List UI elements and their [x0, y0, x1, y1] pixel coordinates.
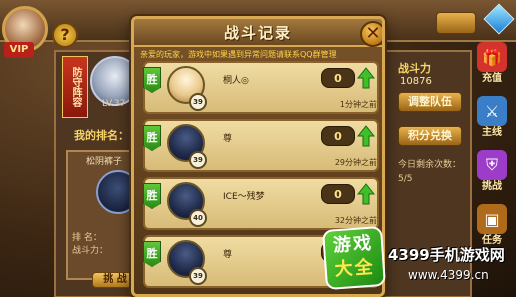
points-exchange-button[interactable]: 积分兑换 — [398, 126, 462, 146]
watermark-url: www.4399.cn — [408, 268, 489, 282]
side-item-challenge[interactable]: ⛨ 挑战 — [474, 150, 510, 196]
my-rank-label: 我的排名： — [74, 129, 129, 142]
defense-lineup-banner[interactable]: 防守阵容 — [62, 56, 88, 118]
arrow-up-icon — [357, 125, 375, 147]
arrow-up-icon — [357, 67, 375, 89]
arrow-up-icon — [357, 183, 375, 205]
win-flag: 胜 — [143, 67, 161, 93]
side-item-label: 挑战 — [482, 181, 502, 192]
opponent-level: 39 — [189, 267, 207, 285]
watermark-logo-line2: 大全 — [334, 256, 376, 281]
power-value: 10876 — [400, 76, 432, 87]
opponent-power-label: 战斗力： — [72, 246, 109, 256]
battle-record[interactable]: 胜 39 桐人◎ 0 1分钟之前 — [143, 61, 379, 114]
watermark-site-name: 4399手机游戏网 — [388, 246, 505, 264]
battle-record[interactable]: 胜 40 ICE～残梦 0 32分钟之前 — [143, 177, 379, 230]
side-item-label: 主线 — [482, 127, 502, 138]
watermark-logo: 游戏 大全 — [321, 225, 387, 291]
side-item-label: 充值 — [482, 73, 502, 84]
remaining-attempts: 今日剩余次数： 5/5 — [398, 158, 461, 186]
modal-title-bar: 战斗记录 — [134, 19, 382, 47]
hero-level: LV.37 — [102, 99, 126, 109]
adjust-team-button[interactable]: 调整队伍 — [398, 92, 462, 112]
win-flag: 胜 — [143, 241, 161, 267]
opponent-level: 39 — [189, 151, 207, 169]
gift-icon: 🎁 — [477, 42, 507, 72]
opponent-rank-label: 排 名： — [72, 233, 102, 243]
opponent-name: ICE～残梦 — [223, 192, 265, 202]
modal-title: 战斗记录 — [223, 24, 292, 42]
notice-text: 亲爱的玩家，游戏中如果遇到异常问题请联系QQ群管理 — [140, 50, 337, 59]
watermark-logo-line1: 游戏 — [332, 232, 374, 257]
side-menu: 🎁 充值 ⚔ 主线 ⛨ 挑战 ▣ 任务 — [474, 42, 510, 258]
record-time: 29分钟之前 — [334, 158, 377, 167]
opponent-name: 桐人◎ — [223, 76, 249, 86]
record-time: 1分钟之前 — [339, 100, 377, 109]
opponent-name: 松阴裤子 — [86, 157, 123, 167]
score-change: 0 — [321, 126, 355, 146]
battle-record[interactable]: 胜 39 尊 0 29分钟之前 — [143, 119, 379, 172]
score-change: 0 — [321, 68, 355, 88]
help-button[interactable]: ? — [52, 22, 78, 48]
opponent-level: 39 — [189, 93, 207, 111]
shield-icon: ⛨ — [477, 150, 507, 180]
side-item-recharge[interactable]: 🎁 充值 — [474, 42, 510, 88]
vip-badge: VIP — [4, 42, 34, 58]
remaining-value: 5/5 — [398, 174, 413, 184]
close-button[interactable]: ✕ — [360, 21, 382, 47]
win-flag: 胜 — [143, 125, 161, 151]
opponent-level: 40 — [189, 209, 207, 227]
top-right-button[interactable] — [436, 12, 476, 34]
opponent-name: 尊 — [223, 134, 233, 144]
swords-icon: ⚔ — [477, 96, 507, 126]
score-change: 0 — [321, 184, 355, 204]
opponent-info: 排 名： 战斗力： — [72, 232, 108, 258]
record-time: 32分钟之前 — [334, 216, 377, 225]
win-flag: 胜 — [143, 183, 161, 209]
side-item-main-quest[interactable]: ⚔ 主线 — [474, 96, 510, 142]
power-label: 战斗力 — [398, 62, 431, 75]
opponent-name: 尊 — [223, 250, 233, 260]
chest-icon: ▣ — [477, 204, 507, 234]
remaining-label: 今日剩余次数： — [398, 160, 462, 170]
